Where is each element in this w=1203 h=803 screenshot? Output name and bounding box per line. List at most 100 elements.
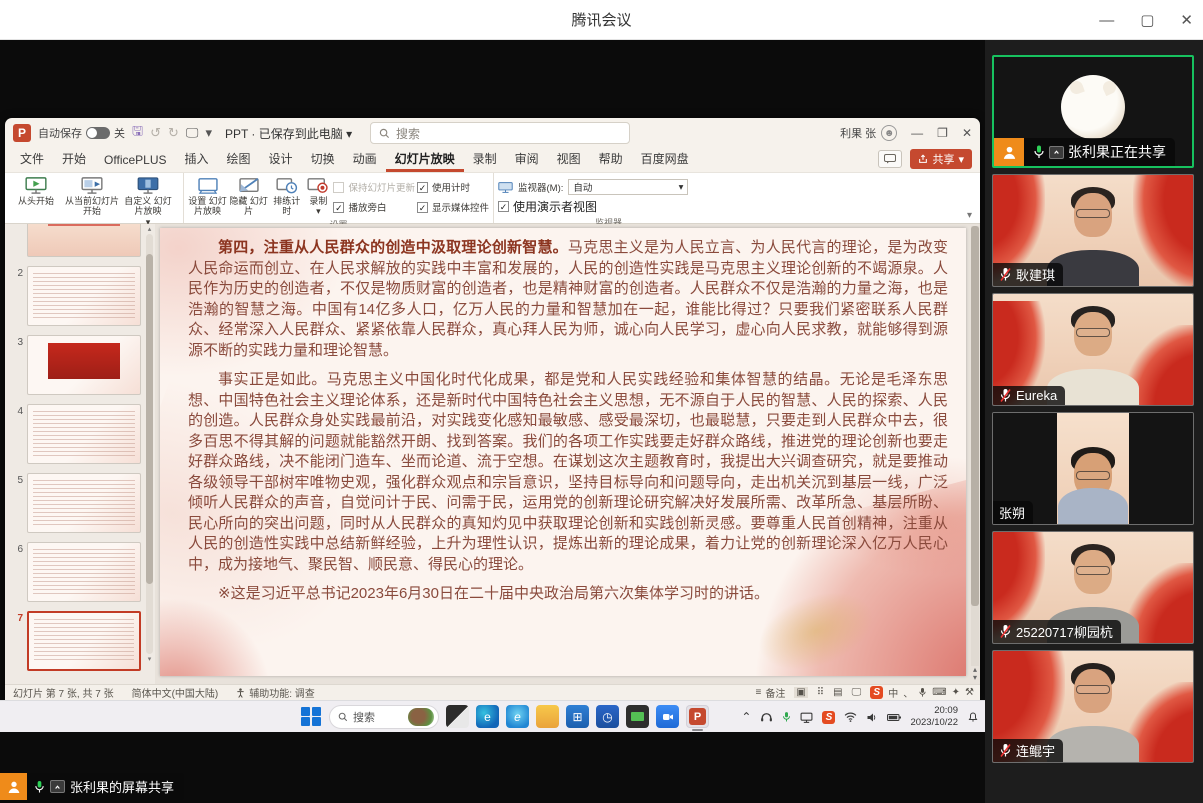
ppt-minimize-button[interactable]: —: [911, 126, 923, 140]
monitor-select[interactable]: 自动▾: [568, 179, 688, 195]
participant-tile[interactable]: 耿建琪: [992, 174, 1194, 287]
screen-share-badge[interactable]: 张利果的屏幕共享: [0, 773, 184, 800]
undo-icon[interactable]: ↺: [150, 125, 161, 141]
tab-insert[interactable]: 插入: [176, 147, 218, 172]
tab-animations[interactable]: 动画: [344, 147, 386, 172]
tencent-meeting-app-icon[interactable]: [656, 705, 679, 728]
taskbar-clock[interactable]: 20:09 2023/10/22: [910, 705, 958, 729]
slide-nav-arrows[interactable]: ▴ ▾: [970, 666, 980, 682]
share-button[interactable]: 共享 ▾: [910, 149, 972, 169]
headset-tray-icon[interactable]: [760, 712, 773, 722]
ppt-close-button[interactable]: ✕: [962, 126, 972, 140]
file-explorer-icon[interactable]: [536, 705, 559, 728]
sogou-ime-icon[interactable]: S: [870, 686, 883, 699]
document-title[interactable]: PPT · 已保存到此电脑 ▾: [225, 125, 352, 142]
ime-keyboard-icon[interactable]: ⌨: [932, 687, 946, 698]
meeting-mic-tray-icon[interactable]: [782, 711, 791, 723]
thumbnail-slide-6[interactable]: 6: [11, 542, 141, 602]
accessibility-status[interactable]: 辅助功能: 调查: [236, 685, 315, 700]
close-button[interactable]: ✕: [1180, 11, 1193, 29]
tab-view[interactable]: 视图: [548, 147, 590, 172]
canvas-scrollbar[interactable]: [971, 226, 979, 666]
save-icon[interactable]: 🖫: [132, 122, 143, 144]
tab-design[interactable]: 设计: [260, 147, 302, 172]
ime-skin-icon[interactable]: ✦: [952, 687, 960, 698]
ime-language-mode[interactable]: 中: [888, 685, 898, 700]
setup-slideshow-button[interactable]: 设置 幻灯片放映: [188, 175, 227, 217]
ppt-search-box[interactable]: 搜索: [370, 122, 630, 144]
comments-button[interactable]: [878, 150, 902, 168]
ime-mic-icon[interactable]: [918, 687, 927, 698]
current-slide[interactable]: 第四，注重从人民群众的创造中汲取理论创新智慧。马克思主义是为人民立言、为人民代言…: [160, 228, 966, 676]
thumbnail-slide-5[interactable]: 5: [11, 473, 141, 533]
show-media-controls-checkbox[interactable]: ✓显示媒体控件: [417, 200, 489, 214]
rehearse-timings-button[interactable]: 排练计时: [270, 175, 303, 217]
notes-button[interactable]: ≡ 备注: [755, 685, 785, 700]
tab-officeplus[interactable]: OfficePLUS: [95, 150, 175, 172]
tab-baidu-netdisk[interactable]: 百度网盘: [632, 147, 698, 172]
tab-home[interactable]: 开始: [53, 147, 95, 172]
volume-icon[interactable]: [866, 712, 878, 723]
screen-share-tray-icon[interactable]: [800, 712, 813, 723]
slideshow-icon[interactable]: 🖵: [186, 125, 199, 141]
presenter-view-checkbox[interactable]: ✓使用演示者视图: [498, 198, 597, 215]
ie-browser-icon[interactable]: e: [506, 705, 529, 728]
maximize-button[interactable]: ▢: [1140, 11, 1154, 29]
ime-toolbar[interactable]: S 中 、 ⌨ ✦ ⚒: [870, 685, 974, 700]
sogou-tray-icon[interactable]: S: [822, 711, 835, 724]
custom-slideshow-button[interactable]: 自定义 幻灯片放映 ▾: [121, 175, 175, 227]
tab-help[interactable]: 帮助: [590, 147, 632, 172]
autosave-toggle[interactable]: 自动保存 关: [38, 125, 125, 141]
tab-transitions[interactable]: 切换: [302, 147, 344, 172]
participant-tile[interactable]: 25220717柳园杭: [992, 531, 1194, 644]
battery-icon[interactable]: [887, 713, 901, 722]
participant-tile[interactable]: 连鲲宇: [992, 650, 1194, 763]
hide-slide-button[interactable]: 隐藏 幻灯片: [229, 175, 268, 217]
qat-dropdown-icon[interactable]: ▾: [205, 125, 212, 141]
tab-record[interactable]: 录制: [464, 147, 506, 172]
ime-punctuation-icon[interactable]: 、: [903, 685, 913, 700]
edge-browser-icon[interactable]: e: [476, 705, 499, 728]
notifications-icon[interactable]: [967, 711, 979, 723]
collapse-ribbon-icon[interactable]: ▾: [967, 210, 972, 221]
slide-counter: 幻灯片 第 7 张, 共 7 张: [13, 685, 114, 700]
participant-tile[interactable]: 张朔: [992, 412, 1194, 525]
tab-review[interactable]: 审阅: [506, 147, 548, 172]
task-view-icon[interactable]: [446, 705, 469, 728]
reading-view-button[interactable]: ▤: [833, 687, 842, 698]
minimize-button[interactable]: —: [1099, 12, 1114, 29]
tab-file[interactable]: 文件: [11, 147, 53, 172]
screen-app-icon[interactable]: [626, 705, 649, 728]
from-beginning-button[interactable]: 从头开始: [9, 175, 63, 206]
thumbnail-slide-2[interactable]: 2: [11, 266, 141, 326]
ime-toolbox-icon[interactable]: ⚒: [965, 687, 974, 698]
slide-sorter-view-button[interactable]: ⠿: [817, 687, 824, 698]
slideshow-view-button[interactable]: 🖵: [852, 687, 862, 698]
language-status[interactable]: 简体中文(中国大陆): [132, 685, 219, 700]
redo-icon[interactable]: ↻: [168, 125, 179, 141]
tab-draw[interactable]: 绘图: [218, 147, 260, 172]
normal-view-button[interactable]: ▣: [794, 687, 807, 698]
thumbnail-slide-4[interactable]: 4: [11, 404, 141, 464]
powerpoint-taskbar-icon[interactable]: P: [686, 705, 709, 728]
thumbnail-slide-7-selected[interactable]: 7: [11, 611, 141, 671]
tab-slideshow[interactable]: 幻灯片放映: [386, 147, 464, 172]
ppt-restore-button[interactable]: ❐: [937, 126, 948, 140]
microsoft-store-icon[interactable]: ⊞: [566, 705, 589, 728]
hidden-icons-chevron[interactable]: ⌃: [741, 710, 751, 724]
clock-app-icon[interactable]: ◷: [596, 705, 619, 728]
record-button[interactable]: 录制 ▾: [305, 175, 331, 217]
start-button[interactable]: [300, 706, 322, 728]
wifi-icon[interactable]: [844, 712, 857, 722]
from-current-slide-button[interactable]: 从当前幻灯片 开始: [65, 175, 119, 217]
thumbnail-slide-1[interactable]: 1: [11, 224, 141, 257]
participant-tile[interactable]: Eureka: [992, 293, 1194, 406]
play-narrations-checkbox[interactable]: ✓播放旁白: [333, 200, 415, 214]
participant-tile-sharing[interactable]: 张利果正在共享: [992, 55, 1194, 168]
next-slide-icon[interactable]: ▾: [970, 674, 980, 682]
panel-scrollbar[interactable]: ▴ ▾: [146, 234, 153, 654]
thumbnail-slide-3[interactable]: 3: [11, 335, 141, 395]
use-timings-checkbox[interactable]: ✓使用计时: [417, 180, 489, 194]
account-button[interactable]: 利果 张 ☻: [840, 125, 897, 141]
taskbar-search[interactable]: 搜索: [329, 705, 439, 729]
